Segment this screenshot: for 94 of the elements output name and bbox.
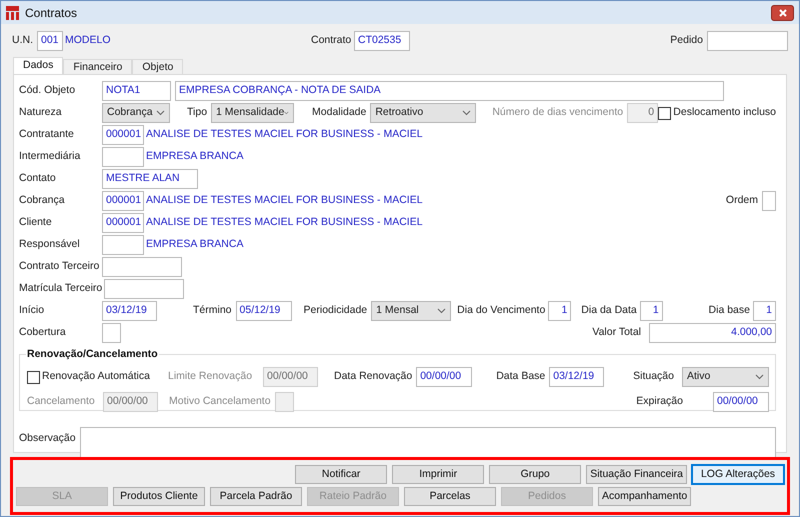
input-field[interactable]: 1	[640, 301, 663, 321]
field-label: Contrato Terceiro	[19, 259, 100, 274]
field-label: Natureza	[19, 105, 63, 120]
field-label: Situação	[633, 369, 674, 384]
lookup-name: ANALISE DE TESTES MACIEL FOR BUSINESS - MACIEL	[146, 193, 423, 208]
field-label: Contato	[19, 171, 57, 186]
field-label: Expiração	[636, 394, 683, 410]
lookup-name: EMPRESA BRANCA	[146, 237, 244, 252]
field-label: Intermediária	[19, 149, 82, 164]
field-label: Modalidade	[312, 105, 366, 120]
field-label: Tipo	[187, 105, 208, 120]
field-label: Motivo Cancelamento	[169, 394, 271, 410]
action-button[interactable]: Notificar	[295, 465, 388, 484]
field-label: Número de dias vencimento	[492, 105, 624, 120]
chevron-down-icon	[437, 308, 446, 314]
field-label: Cancelamento	[27, 394, 96, 410]
window-title: Contratos	[25, 4, 78, 22]
input-field[interactable]: 1	[548, 301, 572, 321]
field-label: Periodicidade	[304, 303, 368, 318]
input-field[interactable]	[102, 257, 182, 277]
input-field[interactable]: MESTRE ALAN	[102, 169, 198, 189]
input-field[interactable]: 1	[753, 301, 776, 321]
close-button[interactable]	[771, 4, 794, 20]
action-button[interactable]: Situação Financeira	[586, 465, 687, 484]
input-field[interactable]: 001	[37, 31, 63, 51]
chevron-down-icon	[284, 110, 290, 116]
action-button[interactable]: Grupo	[489, 465, 582, 484]
input-field[interactable]: NOTA1	[102, 81, 171, 101]
field-label: Matrícula Terceiro	[19, 281, 104, 296]
field-label: Cobrança	[19, 193, 66, 208]
field-label: Contratante	[19, 127, 75, 142]
field-label: Pedido	[670, 33, 703, 48]
close-icon	[778, 8, 786, 16]
field-label: Dia da Data	[581, 303, 637, 318]
field-label: Dia do Vencimento	[457, 303, 546, 318]
dropdown[interactable]: Retroativo	[370, 103, 476, 123]
input-field[interactable]: 00/00/00	[713, 392, 769, 412]
dropdown[interactable]: 1 Mensalidade	[211, 103, 294, 123]
input-field[interactable]: 00/00/00	[416, 367, 472, 387]
input-field[interactable]: 03/12/19	[102, 301, 157, 321]
action-button[interactable]: Acompanhamento	[598, 487, 692, 506]
input-field[interactable]: 4.000,00	[649, 323, 776, 343]
field-label: Data Renovação	[334, 369, 412, 384]
action-button[interactable]: Produtos Cliente	[113, 487, 205, 506]
field-label: Dia base	[708, 303, 750, 318]
field-label: U.N.	[12, 33, 34, 48]
input-field[interactable]: CT02535	[354, 31, 410, 51]
unit-name: MODELO	[65, 33, 112, 48]
input-field[interactable]: 000001	[102, 213, 144, 233]
app-logo-icon	[6, 6, 19, 20]
dropdown[interactable]: Cobrança	[102, 103, 170, 123]
input-field[interactable]: 03/12/19	[549, 367, 604, 387]
field-label: Ordem	[726, 193, 758, 208]
input-field[interactable]: EMPRESA COBRANÇA - NOTA DE SAIDA	[175, 81, 724, 101]
text-area[interactable]	[80, 427, 776, 460]
field-label: Início	[19, 303, 46, 318]
field-label: Data Base	[496, 369, 546, 384]
tab[interactable]: Financeiro	[63, 59, 132, 74]
field-label: Valor Total	[592, 325, 641, 340]
action-button[interactable]: Parcela Padrão	[210, 487, 302, 506]
field-label: Observação	[19, 431, 77, 446]
field-label: Renovação Automática	[42, 369, 150, 384]
dropdown[interactable]: Ativo	[682, 367, 769, 387]
action-button[interactable]: LOG Alterações	[692, 465, 784, 484]
field-label: Responsável	[19, 237, 81, 252]
input-field[interactable]: 05/12/19	[236, 301, 292, 321]
action-button[interactable]: Parcelas	[404, 487, 496, 506]
tab[interactable]: Objeto	[132, 59, 184, 74]
input-field[interactable]: 000001	[102, 191, 144, 211]
input-field[interactable]	[102, 147, 144, 167]
field-label: Término	[193, 303, 232, 318]
lookup-name: EMPRESA BRANCA	[146, 149, 244, 164]
input-field[interactable]	[102, 323, 121, 343]
dropdown[interactable]: 1 Mensal	[371, 301, 452, 321]
chevron-down-icon	[156, 110, 165, 116]
chevron-down-icon	[755, 374, 764, 380]
field-label: Cobertura	[19, 325, 67, 340]
field-label: Deslocamento incluso	[673, 105, 776, 120]
tab[interactable]: Dados	[13, 57, 64, 74]
input-field[interactable]	[102, 235, 144, 255]
input-field[interactable]	[762, 191, 776, 211]
action-button[interactable]: Imprimir	[392, 465, 484, 484]
lookup-name: ANALISE DE TESTES MACIEL FOR BUSINESS - MACIEL	[146, 215, 423, 230]
input-field[interactable]	[707, 31, 788, 51]
lookup-name: ANALISE DE TESTES MACIEL FOR BUSINESS - MACIEL	[146, 127, 423, 142]
input-field[interactable]	[104, 279, 184, 299]
checkbox[interactable]	[658, 106, 672, 120]
chevron-down-icon	[462, 110, 472, 116]
field-label: Contrato	[311, 33, 352, 48]
field-label: Cliente	[19, 215, 53, 230]
field-label: Limite Renovação	[168, 369, 254, 384]
field-label: Cód. Objeto	[19, 83, 76, 98]
checkbox[interactable]	[27, 370, 40, 384]
input-field[interactable]: 000001	[102, 125, 144, 145]
